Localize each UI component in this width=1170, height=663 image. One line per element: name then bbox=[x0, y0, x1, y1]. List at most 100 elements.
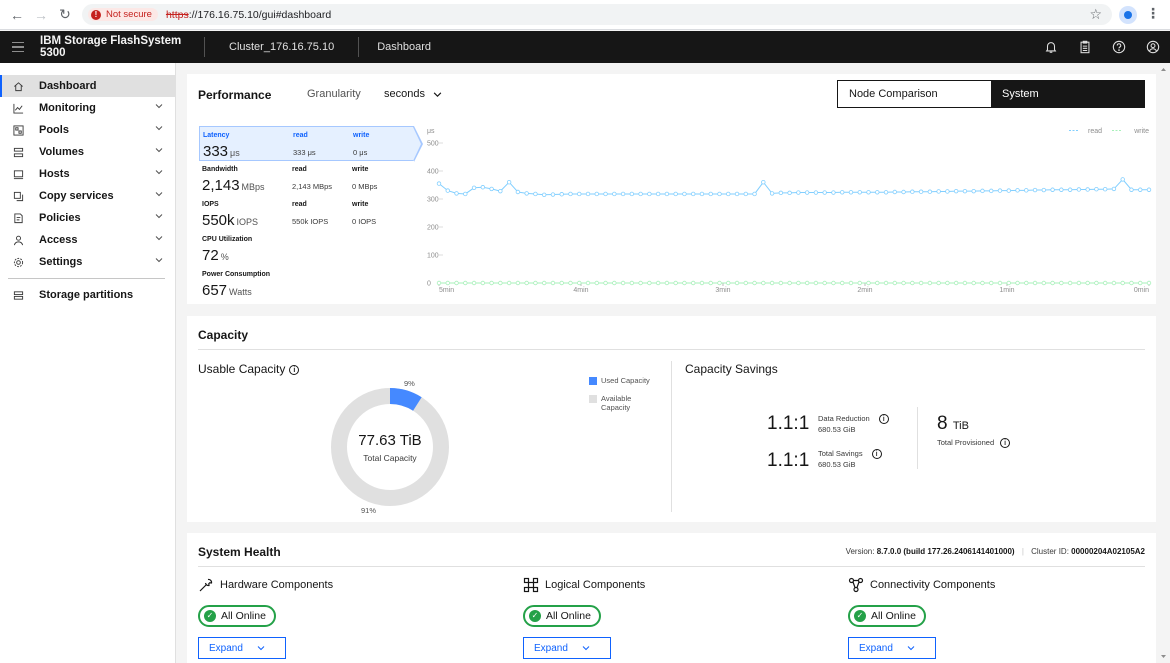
data-point-read bbox=[629, 191, 635, 197]
performance-panel: Performance Granularity seconds Node Com… bbox=[187, 74, 1156, 304]
system-health-title: System Health bbox=[198, 545, 281, 559]
chevron-down-icon[interactable] bbox=[155, 256, 163, 264]
chevron-down-icon[interactable] bbox=[155, 124, 163, 132]
data-point-write bbox=[989, 280, 994, 286]
sidebar-item-copy-services[interactable]: Copy services bbox=[0, 185, 175, 207]
partitions-icon bbox=[12, 289, 24, 301]
data-point-write bbox=[822, 280, 827, 286]
reload-icon[interactable]: ↻ bbox=[54, 4, 76, 26]
cluster-name[interactable]: Cluster_176.16.75.10 bbox=[205, 41, 358, 53]
data-point-read bbox=[515, 189, 521, 195]
sidebar-item-settings[interactable]: Settings bbox=[0, 251, 175, 273]
data-point-read bbox=[962, 188, 968, 194]
not-secure-badge[interactable]: ! Not secure bbox=[88, 8, 158, 21]
data-point-write bbox=[559, 280, 564, 286]
data-point-read bbox=[682, 191, 687, 197]
y-tick-label: 500 bbox=[427, 141, 439, 148]
checkmark-icon: ✓ bbox=[204, 610, 216, 622]
system-health-panel: System Health Version: 8.7.0.0 (build 17… bbox=[187, 533, 1156, 663]
url-text[interactable]: https://176.16.75.10/gui#dashboard bbox=[166, 9, 331, 21]
hamburger-menu-icon[interactable] bbox=[0, 31, 36, 63]
profile-icon[interactable] bbox=[1119, 6, 1137, 24]
hardware-expand-button[interactable]: Expand bbox=[198, 637, 286, 659]
total-capacity-value: 77.63 TiB bbox=[358, 432, 422, 449]
back-icon[interactable]: ← bbox=[6, 4, 28, 26]
metric-bandwidth[interactable]: Bandwidth 2,143 MBps read 2,143 MBps writ… bbox=[199, 161, 414, 196]
connectivity-expand-button[interactable]: Expand bbox=[848, 637, 936, 659]
user-avatar-icon[interactable] bbox=[1136, 31, 1170, 63]
logical-icon bbox=[523, 577, 539, 593]
info-icon[interactable]: i bbox=[289, 364, 300, 375]
wrench-icon bbox=[199, 578, 213, 592]
sidebar-item-pools[interactable]: Pools bbox=[0, 119, 175, 141]
data-point-read bbox=[769, 191, 775, 196]
sidebar-item-volumes[interactable]: Volumes bbox=[0, 141, 175, 163]
node-comparison-toggle[interactable]: Node Comparison bbox=[838, 81, 991, 107]
data-point-read bbox=[883, 190, 889, 195]
chevron-down-icon[interactable] bbox=[155, 212, 163, 220]
available-percentage: 91% bbox=[361, 506, 377, 515]
x-tick-label: 1min bbox=[999, 287, 1014, 294]
sidebar-item-hosts[interactable]: Hosts bbox=[0, 163, 175, 185]
tasks-clipboard-icon[interactable] bbox=[1068, 31, 1102, 63]
browser-menu-icon[interactable]: ⋮ bbox=[1146, 5, 1160, 22]
app-header: IBM Storage FlashSystem 5300 Cluster_176… bbox=[0, 31, 1170, 63]
capacity-panel: Capacity Usable Capacity i 9% 91% 77.63 T… bbox=[187, 316, 1156, 522]
sidebar-item-access[interactable]: Access bbox=[0, 229, 175, 251]
chevron-down-icon[interactable] bbox=[155, 190, 163, 198]
copy-icon bbox=[12, 190, 24, 202]
logical-expand-button[interactable]: Expand bbox=[523, 637, 611, 659]
data-point-read bbox=[1067, 187, 1073, 192]
help-icon[interactable] bbox=[1102, 31, 1136, 63]
sidebar-item-monitoring[interactable]: Monitoring bbox=[0, 97, 175, 119]
sidebar-item-dashboard[interactable]: Dashboard bbox=[0, 75, 175, 97]
data-point-read bbox=[726, 191, 731, 197]
data-point-write bbox=[743, 280, 748, 286]
data-point-read bbox=[734, 191, 740, 197]
granularity-select[interactable]: seconds bbox=[384, 88, 442, 100]
address-bar[interactable]: ! Not secure https://176.16.75.10/gui#da… bbox=[82, 4, 1112, 25]
data-point-write bbox=[831, 280, 836, 286]
data-point-write bbox=[1076, 280, 1082, 286]
metric-power[interactable]: Power Consumption 657 Watts bbox=[199, 266, 414, 301]
data-point-write bbox=[436, 280, 442, 286]
system-toggle[interactable]: System bbox=[991, 81, 1144, 107]
data-point-read bbox=[445, 188, 450, 193]
metric-cpu[interactable]: CPU Utilization 72% bbox=[199, 231, 414, 266]
info-icon[interactable]: i bbox=[871, 449, 882, 460]
data-point-write bbox=[708, 280, 713, 286]
connectivity-components-title: Connectivity Components bbox=[870, 579, 996, 591]
chevron-down-icon[interactable] bbox=[155, 234, 163, 242]
metric-latency[interactable]: Latency 333 μs read 333 μs write 0 μs bbox=[199, 126, 414, 161]
data-point-write bbox=[866, 280, 871, 286]
data-reduction-ratio: 1.1:1 bbox=[767, 413, 810, 434]
chevron-down-icon[interactable] bbox=[155, 102, 163, 110]
forward-icon[interactable]: → bbox=[30, 4, 52, 26]
pools-icon bbox=[12, 124, 24, 136]
data-point-read bbox=[857, 190, 862, 195]
data-point-write bbox=[699, 280, 705, 286]
capacity-title: Capacity bbox=[198, 328, 249, 342]
data-point-read bbox=[953, 188, 959, 194]
metric-iops[interactable]: IOPS 550k IOPS read 550k IOPS write 0 IOP… bbox=[199, 196, 414, 231]
data-point-read bbox=[901, 189, 906, 195]
info-icon[interactable]: i bbox=[1000, 438, 1011, 449]
y-axis-unit: μs bbox=[427, 128, 435, 135]
data-point-write bbox=[568, 280, 573, 286]
info-icon[interactable]: i bbox=[878, 414, 889, 425]
home-icon bbox=[12, 80, 24, 92]
data-point-read bbox=[577, 191, 582, 197]
data-point-write bbox=[1024, 280, 1029, 286]
chevron-down-icon[interactable] bbox=[155, 168, 163, 176]
data-point-write bbox=[901, 280, 906, 286]
bookmark-star-icon[interactable]: ☆ bbox=[1089, 6, 1102, 23]
sidebar-item-policies[interactable]: Policies bbox=[0, 207, 175, 229]
notification-bell-icon[interactable] bbox=[1034, 31, 1068, 63]
data-point-write bbox=[594, 280, 599, 286]
page-scrollbar[interactable] bbox=[1160, 66, 1167, 660]
data-point-read bbox=[568, 191, 573, 197]
sidebar-item-storage-partitions[interactable]: Storage partitions bbox=[0, 284, 175, 306]
data-point-read bbox=[918, 189, 924, 194]
legend-available: Available Capacity bbox=[589, 394, 650, 412]
chevron-down-icon[interactable] bbox=[155, 146, 163, 154]
